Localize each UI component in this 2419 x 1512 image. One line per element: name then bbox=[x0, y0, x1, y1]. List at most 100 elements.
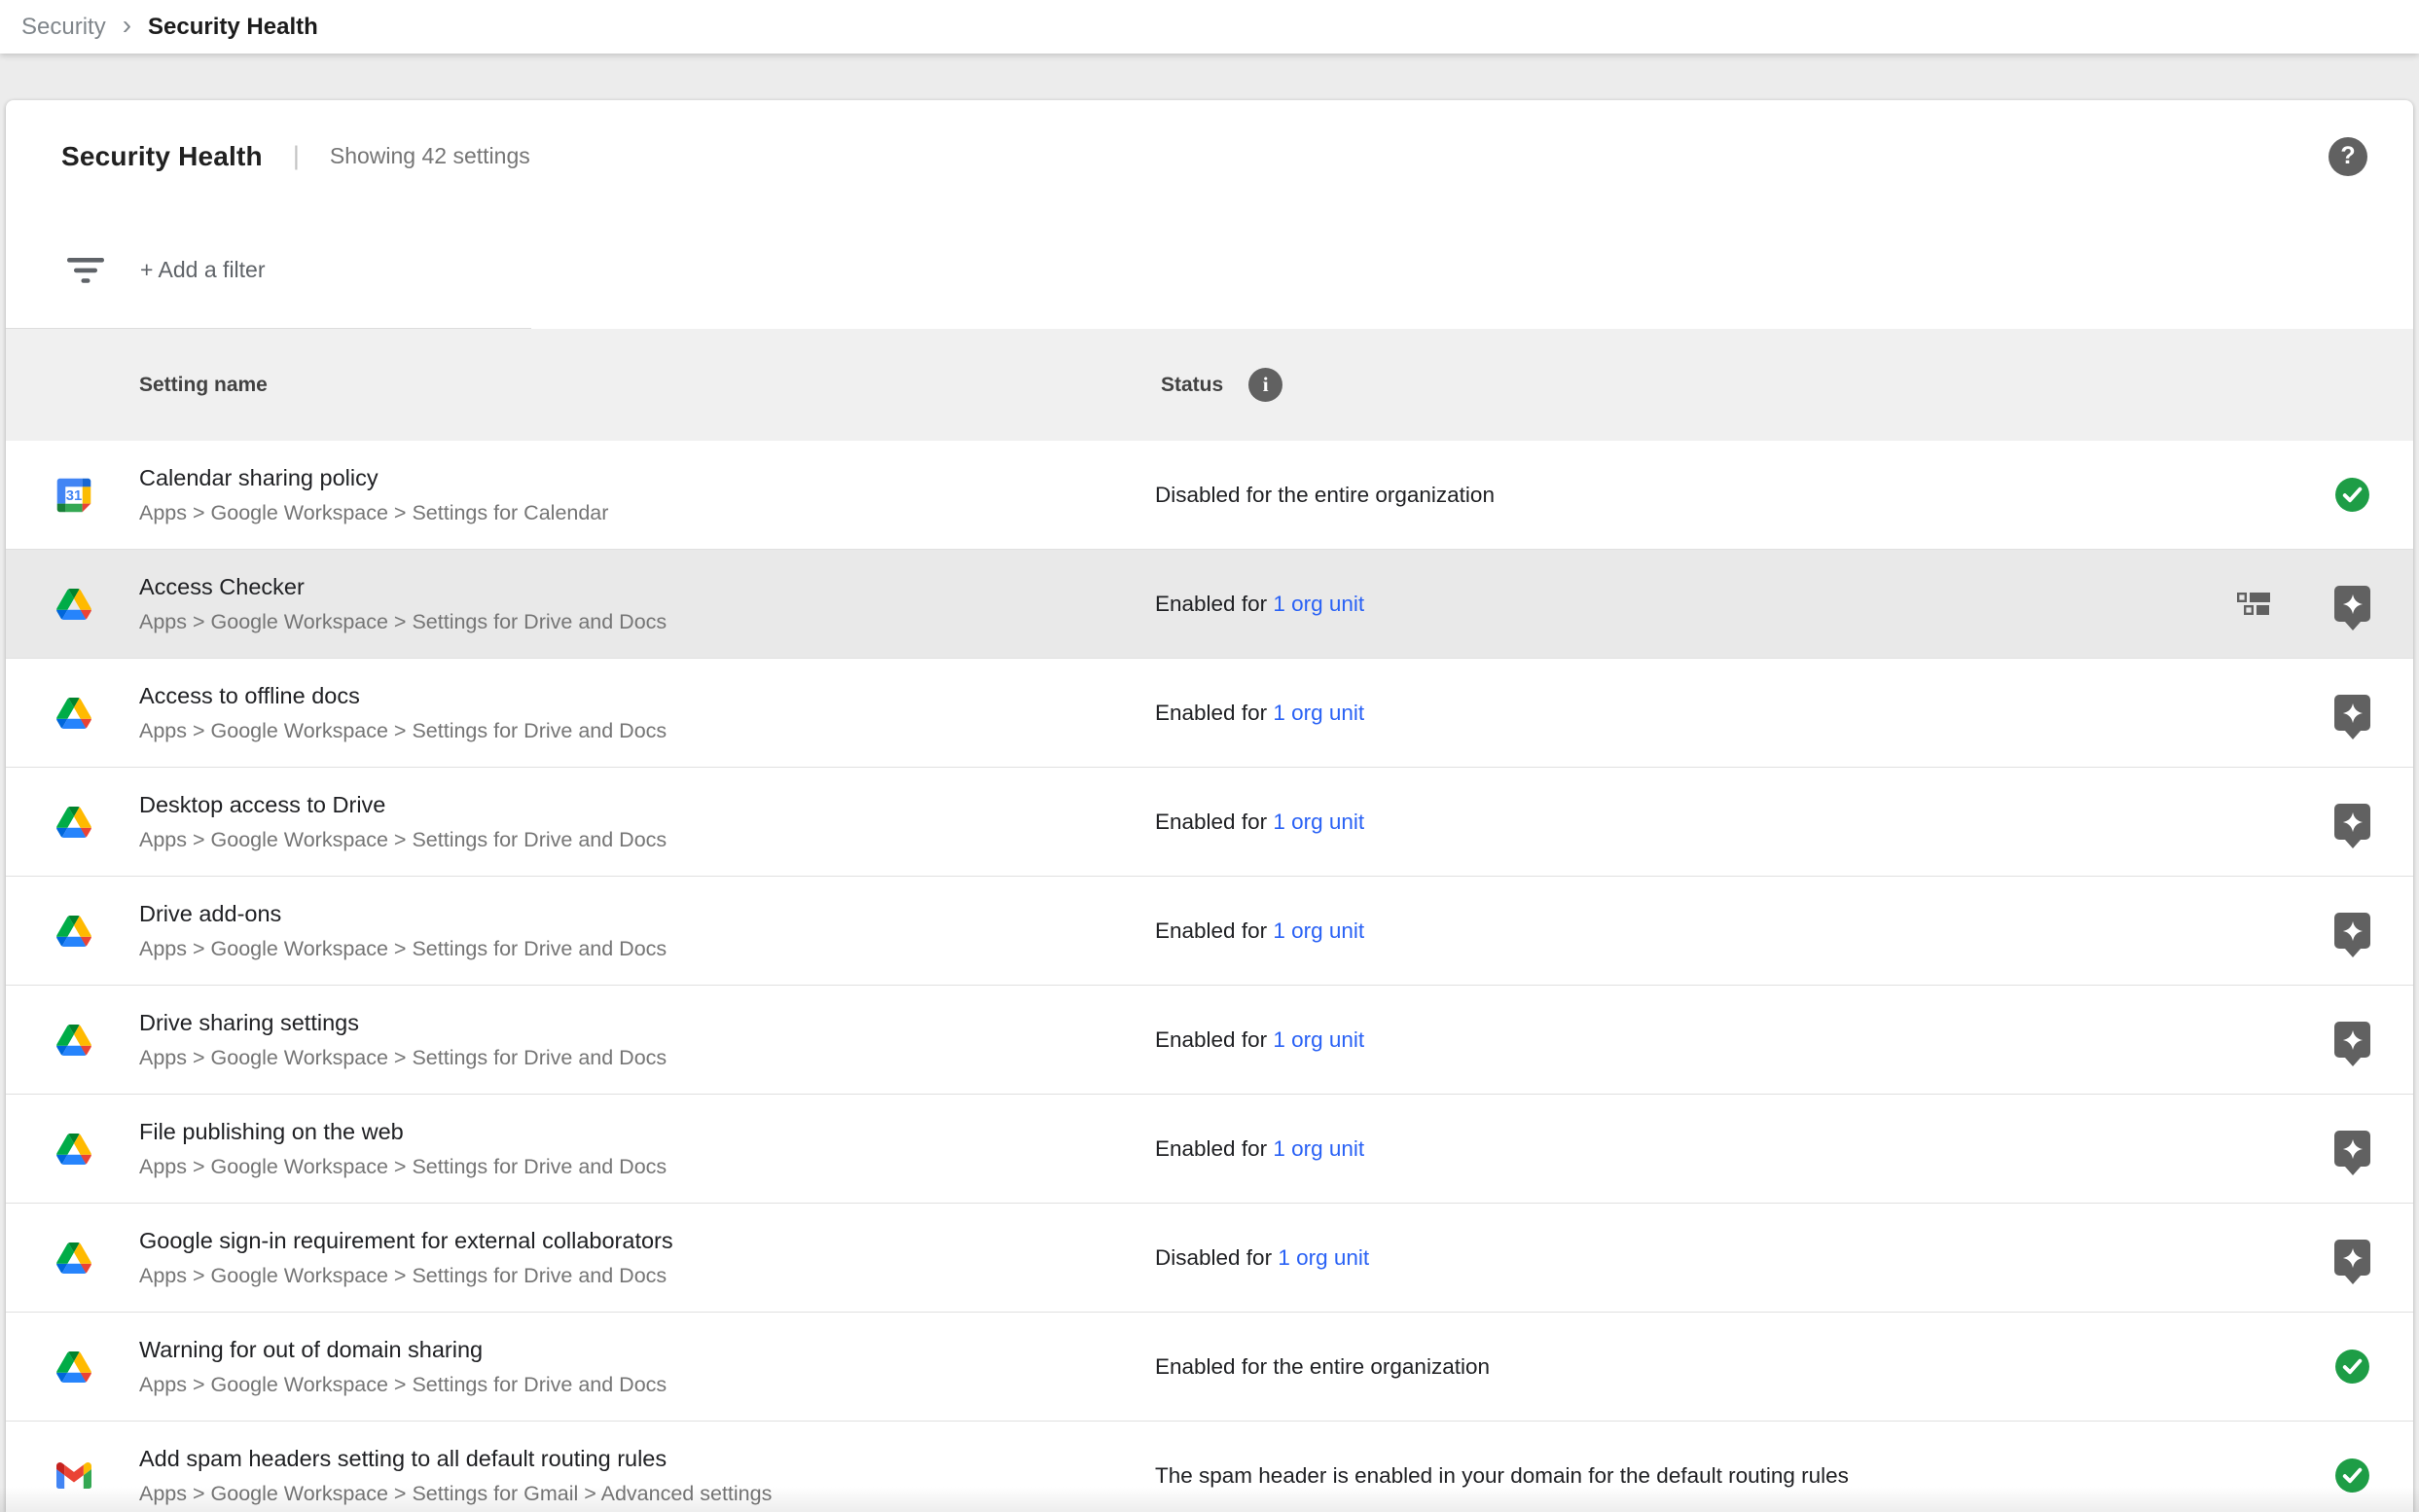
help-button[interactable]: ? bbox=[2329, 137, 2367, 176]
status-cell: Enabled for 1 org unit bbox=[1155, 1136, 2334, 1162]
app-icon-slot bbox=[56, 1351, 91, 1383]
setting-path: Apps > Google Workspace > Settings for C… bbox=[139, 500, 1155, 526]
org-unit-link[interactable]: 1 org unit bbox=[1273, 1027, 1364, 1052]
row-indicators bbox=[2334, 1240, 2370, 1276]
table-row[interactable]: Drive add-ons Apps > Google Workspace > … bbox=[6, 877, 2413, 986]
google-drive-icon bbox=[56, 589, 91, 620]
app-icon-slot bbox=[56, 589, 91, 620]
status-ok-icon bbox=[2334, 477, 2370, 513]
status-text: Enabled for the entire organization bbox=[1155, 1354, 1490, 1379]
sparkle-icon bbox=[2340, 1245, 2365, 1271]
status-text: Enabled for bbox=[1155, 592, 1273, 616]
table-row[interactable]: Desktop access to Drive Apps > Google Wo… bbox=[6, 768, 2413, 877]
setting-title: Access to offline docs bbox=[139, 682, 1155, 710]
setting-path: Apps > Google Workspace > Settings for D… bbox=[139, 936, 1155, 962]
google-drive-icon bbox=[56, 698, 91, 729]
setting-name-cell: Drive add-ons Apps > Google Workspace > … bbox=[139, 900, 1155, 962]
table-row[interactable]: Warning for out of domain sharing Apps >… bbox=[6, 1313, 2413, 1422]
status-cell: Enabled for 1 org unit bbox=[1155, 592, 2237, 617]
column-setting-name: Setting name bbox=[139, 374, 1161, 397]
recommendation-badge[interactable] bbox=[2334, 1022, 2370, 1058]
app-icon-slot bbox=[56, 807, 91, 838]
org-unit-link[interactable]: 1 org unit bbox=[1273, 701, 1364, 725]
recommendation-badge[interactable] bbox=[2334, 695, 2370, 731]
status-text: The spam header is enabled in your domai… bbox=[1155, 1463, 1849, 1488]
setting-name-cell: Warning for out of domain sharing Apps >… bbox=[139, 1336, 1155, 1398]
help-icon: ? bbox=[2340, 142, 2355, 170]
check-circle-icon bbox=[2334, 477, 2370, 513]
sparkle-icon bbox=[2340, 701, 2365, 726]
row-indicators bbox=[2237, 586, 2370, 622]
info-glyph: i bbox=[1263, 373, 1269, 397]
sparkle-icon bbox=[2340, 918, 2365, 944]
table-row[interactable]: Add spam headers setting to all default … bbox=[6, 1422, 2413, 1512]
status-text: Disabled for bbox=[1155, 1245, 1278, 1270]
status-cell: Enabled for 1 org unit bbox=[1155, 1027, 2334, 1053]
setting-title: Add spam headers setting to all default … bbox=[139, 1445, 1155, 1473]
setting-name-cell: Google sign-in requirement for external … bbox=[139, 1227, 1155, 1289]
app-icon-slot bbox=[56, 1025, 91, 1056]
status-text: Enabled for bbox=[1155, 1027, 1273, 1052]
table-row[interactable]: Drive sharing settings Apps > Google Wor… bbox=[6, 986, 2413, 1095]
setting-name-cell: Desktop access to Drive Apps > Google Wo… bbox=[139, 791, 1155, 853]
setting-path: Apps > Google Workspace > Settings for D… bbox=[139, 718, 1155, 744]
setting-title: Drive sharing settings bbox=[139, 1009, 1155, 1037]
add-filter-button[interactable]: + Add a filter bbox=[140, 257, 266, 283]
status-cell: Enabled for 1 org unit bbox=[1155, 810, 2334, 835]
table-row[interactable]: 31 Calendar sharing policy Apps > Google… bbox=[6, 441, 2413, 550]
google-calendar-icon: 31 bbox=[56, 478, 91, 513]
filter-icon[interactable] bbox=[67, 256, 104, 285]
status-text: Disabled for the entire organization bbox=[1155, 483, 1495, 507]
table-row[interactable]: File publishing on the web Apps > Google… bbox=[6, 1095, 2413, 1204]
breadcrumb: Security › Security Health bbox=[0, 0, 2419, 54]
recommendation-badge[interactable] bbox=[2334, 1240, 2370, 1276]
table-header: Setting name Status i bbox=[6, 329, 2413, 441]
app-icon-slot bbox=[56, 1242, 91, 1274]
org-unit-link[interactable]: 1 org unit bbox=[1273, 1136, 1364, 1161]
org-unit-link[interactable]: 1 org unit bbox=[1273, 592, 1364, 616]
svg-text:31: 31 bbox=[66, 488, 82, 504]
row-indicators bbox=[2334, 695, 2370, 731]
status-info-icon[interactable]: i bbox=[1248, 368, 1282, 402]
google-drive-icon bbox=[56, 1134, 91, 1165]
setting-title: Warning for out of domain sharing bbox=[139, 1336, 1155, 1364]
recommendation-badge[interactable] bbox=[2334, 804, 2370, 840]
org-unit-link[interactable]: 1 org unit bbox=[1278, 1245, 1369, 1270]
recommendation-badge[interactable] bbox=[2334, 1131, 2370, 1167]
google-drive-icon bbox=[56, 1351, 91, 1383]
google-drive-icon bbox=[56, 1242, 91, 1274]
recommendation-badge[interactable] bbox=[2334, 586, 2370, 622]
table-row[interactable]: Google sign-in requirement for external … bbox=[6, 1204, 2413, 1313]
setting-path: Apps > Google Workspace > Settings for D… bbox=[139, 1372, 1155, 1398]
table-row[interactable]: Access Checker Apps > Google Workspace >… bbox=[6, 550, 2413, 659]
setting-title: Calendar sharing policy bbox=[139, 464, 1155, 492]
status-text: Enabled for bbox=[1155, 701, 1273, 725]
setting-title: Access Checker bbox=[139, 573, 1155, 601]
setting-name-cell: Drive sharing settings Apps > Google Wor… bbox=[139, 1009, 1155, 1071]
sparkle-icon bbox=[2340, 592, 2365, 617]
setting-title: Google sign-in requirement for external … bbox=[139, 1227, 1155, 1255]
check-circle-icon bbox=[2334, 1349, 2370, 1385]
screen: Security › Security Health Security Heal… bbox=[0, 0, 2419, 1512]
setting-path: Apps > Google Workspace > Settings for G… bbox=[139, 1481, 1155, 1507]
org-unit-link[interactable]: 1 org unit bbox=[1273, 918, 1364, 943]
chevron-right-icon: › bbox=[123, 12, 131, 39]
check-circle-icon bbox=[2334, 1458, 2370, 1494]
sparkle-icon bbox=[2340, 1136, 2365, 1162]
org-unit-link[interactable]: 1 org unit bbox=[1273, 810, 1364, 834]
app-icon-slot bbox=[56, 1462, 91, 1489]
title-divider: | bbox=[293, 141, 300, 171]
app-icon-slot bbox=[56, 1134, 91, 1165]
filter-bar: + Add a filter bbox=[6, 212, 2413, 328]
row-indicators bbox=[2334, 477, 2370, 513]
card-header: Security Health | Showing 42 settings ? bbox=[6, 100, 2413, 212]
table-row[interactable]: Access to offline docs Apps > Google Wor… bbox=[6, 659, 2413, 768]
google-drive-icon bbox=[56, 916, 91, 947]
status-ok-icon bbox=[2334, 1458, 2370, 1494]
row-indicators bbox=[2334, 1458, 2370, 1494]
app-icon-slot bbox=[56, 916, 91, 947]
breadcrumb-parent-link[interactable]: Security bbox=[21, 14, 106, 41]
row-indicators bbox=[2334, 1349, 2370, 1385]
recommendation-badge[interactable] bbox=[2334, 913, 2370, 949]
setting-name-cell: Access Checker Apps > Google Workspace >… bbox=[139, 573, 1155, 635]
